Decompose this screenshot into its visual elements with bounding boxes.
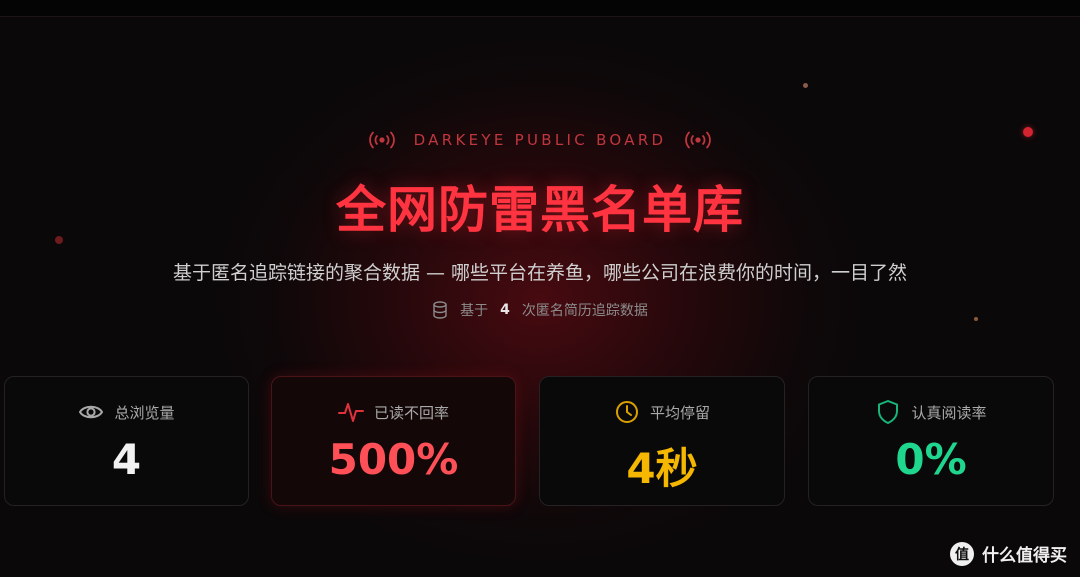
stat-card-careful-read-rate: 认真阅读率 0% (808, 376, 1054, 506)
meta-suffix: 次匿名简历追踪数据 (521, 303, 648, 319)
watermark-logo-icon: 值 (950, 541, 974, 566)
stat-label: 总浏览量 (114, 403, 175, 422)
eye-icon (79, 405, 104, 419)
pulse-icon (337, 403, 364, 422)
data-source-note: 基于 4 次匿名简历追踪数据 (0, 300, 1080, 320)
eyebrow: DARKEYE PUBLIC BOARD (0, 130, 1080, 150)
clock-icon (615, 401, 638, 423)
stat-card-total-views: 总浏览量 4 (4, 376, 249, 506)
watermark: 值 什么值得买 (950, 541, 1067, 566)
stat-label: 认真阅读率 (911, 403, 987, 422)
top-bar (0, 0, 1080, 17)
decorative-dot (803, 83, 808, 88)
eyebrow-label: DARKEYE PUBLIC BOARD (413, 131, 667, 149)
broadcast-icon (685, 131, 712, 149)
stat-label: 已读不回率 (373, 403, 449, 422)
meta-count: 4 (500, 302, 510, 318)
page-subtitle: 基于匿名追踪链接的聚合数据 — 哪些平台在养鱼，哪些公司在浪费你的时间，一目了然 (172, 262, 908, 284)
stat-value: 500% (328, 435, 459, 484)
stat-value: 4秒 (626, 444, 698, 493)
page-title: 全网防雷黑名单库 (336, 181, 744, 239)
stat-label: 平均停留 (649, 403, 710, 422)
watermark-text: 什么值得买 (982, 546, 1067, 566)
broadcast-icon (368, 131, 395, 149)
stat-card-avg-dwell: 平均停留 4秒 (539, 376, 785, 506)
stat-value: 4 (111, 435, 142, 484)
database-icon (433, 301, 447, 319)
shield-icon (878, 400, 899, 424)
stat-value: 0% (895, 435, 967, 484)
stat-card-read-no-reply: 已读不回率 500% (271, 376, 516, 506)
meta-prefix: 基于 (460, 303, 489, 319)
